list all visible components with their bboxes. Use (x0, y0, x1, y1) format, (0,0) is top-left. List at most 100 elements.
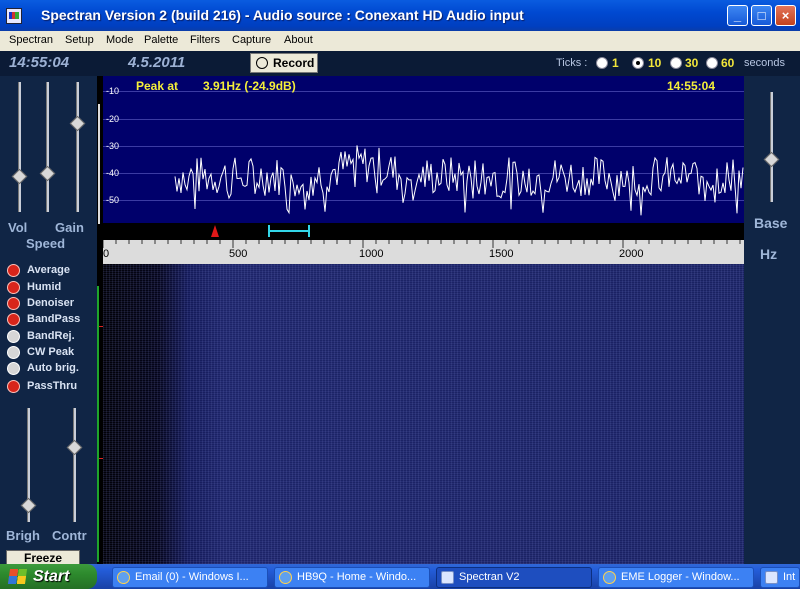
ticks-label: Ticks : (556, 57, 588, 69)
marker-bar[interactable] (103, 223, 744, 240)
ticks-value-10: 10 (648, 56, 662, 70)
ticks-radio-1[interactable] (596, 57, 608, 69)
spectrum-time: 14:55:04 (666, 79, 715, 93)
vol-slider-1[interactable] (11, 168, 28, 185)
base-label: Base (754, 215, 788, 231)
slider-track (76, 82, 79, 212)
vol-label: Vol (8, 220, 28, 235)
gain-slider[interactable] (69, 115, 86, 132)
freq-tick-1000: 1000 (359, 248, 383, 260)
peak-marker-icon (211, 225, 219, 237)
taskbar-item-label: EME Logger - Window... (621, 571, 740, 583)
maximize-button[interactable]: □ (751, 5, 772, 26)
start-label: Start (33, 568, 70, 585)
brightness-slider[interactable] (20, 497, 37, 514)
start-button[interactable]: Start (0, 564, 97, 589)
slider-track (46, 82, 49, 212)
toggle-on-icon (7, 281, 20, 294)
menu-setup[interactable]: Setup (65, 34, 94, 46)
spectrum-trace-svg (174, 145, 744, 216)
option-label: PassThru (27, 380, 78, 392)
taskbar: Start Email (0) - Windows I... HB9Q - Ho… (0, 564, 800, 589)
menu-about[interactable]: About (284, 34, 313, 46)
menu-capture[interactable]: Capture (232, 34, 271, 46)
option-label: Average (27, 264, 71, 276)
app-icon (765, 571, 778, 584)
option-label: BandRej. (27, 330, 75, 342)
current-date: 4.5.2011 (128, 54, 186, 71)
freq-tick-2000: 2000 (619, 248, 643, 260)
right-control-panel: Base Hz (744, 76, 800, 564)
waterfall-display[interactable] (103, 264, 744, 564)
seconds-label: seconds (744, 57, 785, 69)
ticks-radio-60[interactable] (706, 57, 718, 69)
slider-track (73, 408, 76, 522)
title-bar: Spectran Version 2 (build 216) - Audio s… (0, 0, 800, 31)
toggle-on-icon (7, 264, 20, 277)
taskbar-item-hb9q[interactable]: HB9Q - Home - Windo... (274, 567, 430, 588)
option-label: Denoiser (27, 297, 75, 309)
ticks-value-30: 30 (685, 56, 699, 70)
ticks-value-60: 60 (721, 56, 735, 70)
peak-label: Peak at (136, 79, 179, 93)
brightness-label: Brigh (6, 528, 40, 543)
ticks-radio-10[interactable] (632, 57, 644, 69)
record-label: Record (273, 56, 315, 70)
taskbar-item-label: Int (783, 571, 796, 583)
taskbar-item-email[interactable]: Email (0) - Windows I... (112, 567, 268, 588)
app-icon (441, 571, 454, 584)
spectrum-display[interactable]: -10 -20 -30 -40 -50 Peak at 3.91Hz (-24.… (103, 76, 744, 223)
marker-svg (211, 225, 310, 237)
toggle-off-icon (7, 346, 20, 359)
ie-icon (117, 571, 130, 584)
spectrum-trace (174, 145, 744, 216)
taskbar-item-label: Spectran V2 (459, 571, 520, 583)
menu-spectran[interactable]: Spectran (9, 34, 53, 46)
menu-filters[interactable]: Filters (190, 34, 220, 46)
base-slider[interactable] (763, 151, 780, 168)
close-button[interactable]: × (775, 5, 796, 26)
record-button[interactable]: Record (250, 53, 318, 73)
windows-logo-icon (7, 569, 28, 584)
vol-slider-2[interactable] (39, 165, 56, 182)
contrast-label: Contr (52, 528, 87, 543)
ticks-value-1: 1 (612, 56, 619, 70)
minor-ticks (103, 240, 741, 248)
toggle-off-icon (7, 330, 20, 343)
toggle-on-icon (7, 313, 20, 326)
taskbar-item-int[interactable]: Int (760, 567, 800, 588)
record-icon (256, 57, 268, 69)
current-time: 14:55:04 (9, 54, 70, 71)
menu-mode[interactable]: Mode (106, 34, 134, 46)
menu-palette[interactable]: Palette (144, 34, 178, 46)
taskbar-item-eme-logger[interactable]: EME Logger - Window... (598, 567, 754, 588)
ticks-radio-30[interactable] (670, 57, 682, 69)
freq-tick-1500: 1500 (489, 248, 513, 260)
level-bar (98, 104, 100, 224)
info-bar: 14:55:04 4.5.2011 Record Ticks : 1 10 30… (0, 51, 800, 76)
taskbar-item-spectran[interactable]: Spectran V2 (436, 567, 592, 588)
contrast-slider[interactable] (66, 439, 83, 456)
peak-value: 3.91Hz (-24.9dB) (203, 79, 296, 93)
app-icon[interactable] (6, 8, 22, 24)
hz-label: Hz (760, 246, 778, 262)
freq-tick-0: 0 (103, 248, 109, 260)
window-title: Spectran Version 2 (build 216) - Audio s… (41, 7, 524, 23)
toggle-on-icon (7, 380, 20, 393)
toggle-off-icon (7, 362, 20, 375)
taskbar-item-label: Email (0) - Windows I... (135, 571, 249, 583)
ie-icon (279, 571, 292, 584)
gain-label: Gain (55, 220, 84, 235)
option-label: CW Peak (27, 346, 75, 358)
app-area: 14:55:04 4.5.2011 Record Ticks : 1 10 30… (0, 51, 800, 566)
frequency-scale-svg: 0 500 1000 1500 2000 (103, 240, 741, 260)
menu-bar: Spectran Setup Mode Palette Filters Capt… (0, 31, 800, 51)
option-label: BandPass (27, 313, 81, 325)
option-label: Auto brig. (27, 362, 79, 374)
slider-track (770, 92, 773, 202)
speed-label: Speed (26, 236, 66, 251)
minimize-button[interactable]: _ (727, 5, 748, 26)
frequency-scale: 0 500 1000 1500 2000 (103, 240, 744, 264)
taskbar-item-label: HB9Q - Home - Windo... (297, 571, 417, 583)
left-control-panel: Vol Gain Speed Average Humid Denoiser Ba… (0, 76, 97, 566)
